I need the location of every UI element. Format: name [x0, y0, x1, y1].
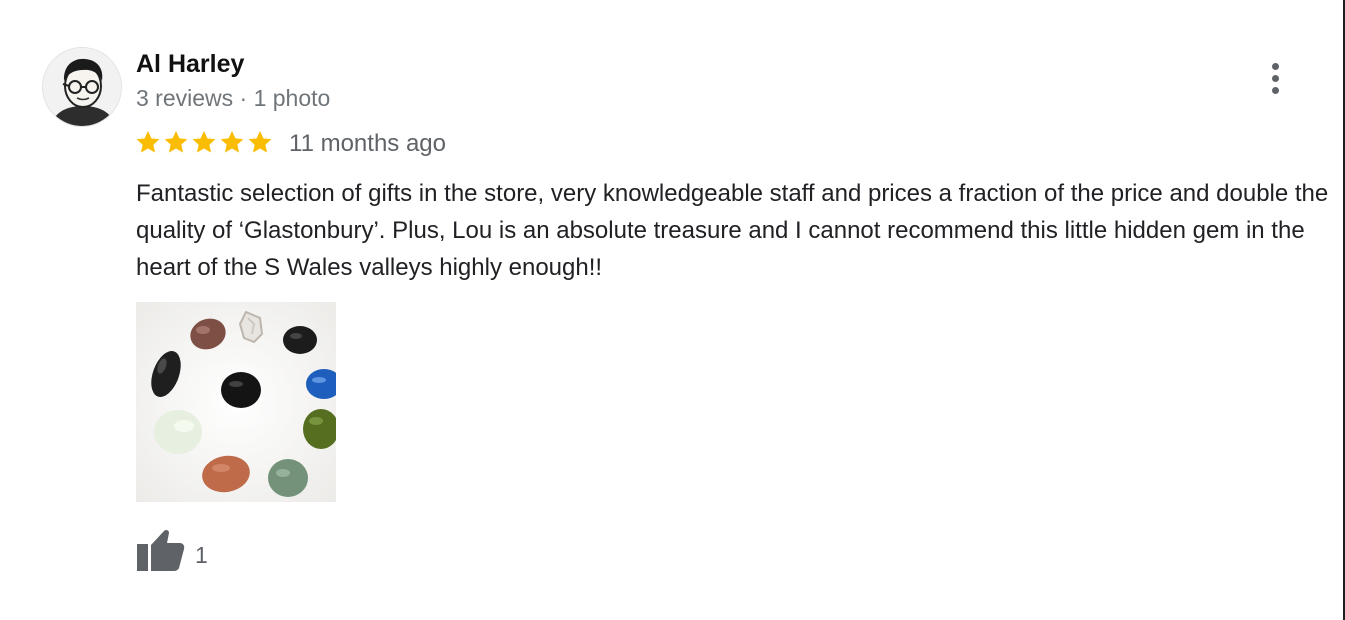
star-icon [220, 130, 244, 153]
star-rating [134, 124, 274, 160]
like-button[interactable] [136, 528, 186, 574]
reviewer-name[interactable]: Al Harley [136, 49, 244, 79]
crystals-photo-image [136, 302, 336, 502]
star-icon [192, 130, 216, 153]
review-time: 11 months ago [289, 130, 446, 157]
thumb-up-icon [137, 529, 185, 571]
review-photo[interactable] [136, 302, 336, 502]
star-icon [164, 130, 188, 153]
review-text: Fantastic selection of gifts in the stor… [136, 180, 1329, 281]
more-options-button[interactable] [1258, 58, 1294, 98]
reviewer-avatar[interactable] [42, 47, 122, 127]
reviewer-meta: 3 reviews · 1 photo [136, 85, 331, 111]
avatar-image [43, 48, 121, 126]
like-count: 1 [195, 542, 208, 568]
star-icon [136, 130, 160, 153]
star-icon [248, 130, 272, 153]
